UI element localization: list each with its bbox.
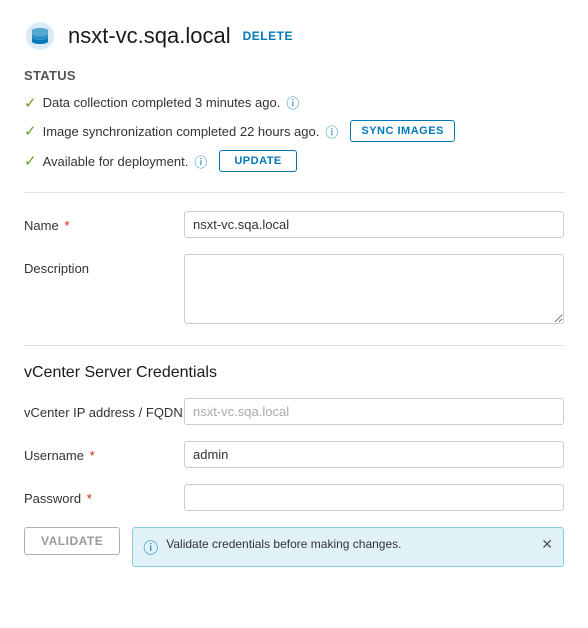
status-text-3: Available for deployment. — [43, 154, 189, 169]
credentials-title: vCenter Server Credentials — [24, 364, 564, 382]
name-row: Name * — [24, 211, 564, 238]
username-row: Username * — [24, 441, 564, 468]
status-text-2: Image synchronization completed 22 hours… — [43, 124, 320, 139]
name-input-wrap — [184, 211, 564, 238]
description-label: Description — [24, 254, 184, 278]
page-title: nsxt-vc.sqa.local — [68, 23, 231, 49]
status-section: Status ✓ Data collection completed 3 min… — [24, 68, 564, 172]
info-banner: ⓘ Validate credentials before making cha… — [132, 527, 564, 567]
info-icon-1[interactable]: ⓘ — [286, 93, 299, 112]
check-icon-2: ✓ — [24, 122, 37, 140]
username-required: * — [90, 448, 95, 463]
ip-input[interactable] — [184, 398, 564, 425]
update-button[interactable]: UPDATE — [219, 150, 296, 172]
delete-link[interactable]: DELETE — [243, 29, 293, 43]
username-input[interactable] — [184, 441, 564, 468]
vcenter-icon — [24, 20, 56, 52]
check-icon-1: ✓ — [24, 94, 37, 112]
info-icon-3[interactable]: ⓘ — [194, 152, 207, 171]
password-label: Password * — [24, 484, 184, 508]
description-textarea[interactable] — [184, 254, 564, 324]
status-item-image-sync: ✓ Image synchronization completed 22 hou… — [24, 120, 564, 142]
divider-1 — [24, 192, 564, 193]
name-input[interactable] — [184, 211, 564, 238]
credentials-section: vCenter Server Credentials vCenter IP ad… — [24, 364, 564, 567]
validate-button[interactable]: VALIDATE — [24, 527, 120, 555]
username-input-wrap — [184, 441, 564, 468]
password-row: Password * — [24, 484, 564, 511]
ip-label: vCenter IP address / FQDN — [24, 398, 184, 422]
info-banner-text: Validate credentials before making chang… — [166, 536, 533, 553]
password-input[interactable] — [184, 484, 564, 511]
info-banner-icon: ⓘ — [143, 537, 158, 558]
status-text-1: Data collection completed 3 minutes ago. — [43, 95, 281, 110]
password-input-wrap — [184, 484, 564, 511]
info-icon-2[interactable]: ⓘ — [325, 122, 338, 141]
ip-input-wrap — [184, 398, 564, 425]
validate-row: VALIDATE ⓘ Validate credentials before m… — [24, 527, 564, 567]
password-required: * — [87, 491, 92, 506]
name-label: Name * — [24, 211, 184, 235]
status-item-data-collection: ✓ Data collection completed 3 minutes ag… — [24, 93, 564, 112]
status-item-deployment: ✓ Available for deployment. ⓘ UPDATE — [24, 150, 564, 172]
divider-2 — [24, 345, 564, 346]
page-header: nsxt-vc.sqa.local DELETE — [24, 20, 564, 52]
status-label: Status — [24, 68, 564, 83]
description-input-wrap — [184, 254, 564, 327]
check-icon-3: ✓ — [24, 152, 37, 170]
info-banner-close-icon[interactable]: ✕ — [541, 536, 553, 553]
username-label: Username * — [24, 441, 184, 465]
description-row: Description — [24, 254, 564, 327]
name-required: * — [64, 218, 69, 233]
ip-row: vCenter IP address / FQDN — [24, 398, 564, 425]
sync-images-button[interactable]: SYNC IMAGES — [350, 120, 455, 142]
